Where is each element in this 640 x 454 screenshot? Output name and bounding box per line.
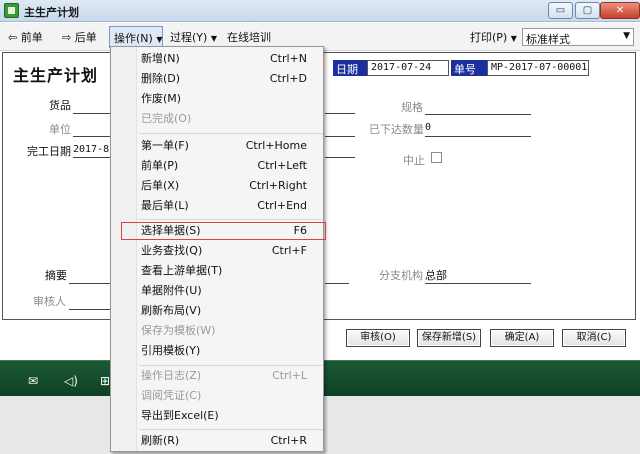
finish-date-label: 完工日期 bbox=[27, 145, 71, 158]
branch-value[interactable]: 总部 bbox=[425, 267, 447, 283]
title-bar: 主生产计划 ▭ ▢ ✕ bbox=[0, 0, 640, 22]
unit-field-tail bbox=[325, 136, 355, 137]
cancel-button[interactable]: 取消(C) bbox=[562, 329, 626, 347]
window-title: 主生产计划 bbox=[24, 6, 79, 19]
spec-label: 规格 bbox=[401, 101, 423, 114]
dropdown-arrow-icon: ▼ bbox=[210, 34, 217, 43]
print-menu-button[interactable]: 打印(P) ▼ bbox=[470, 29, 517, 45]
issued-qty-field bbox=[425, 136, 531, 137]
maximize-button[interactable]: ▢ bbox=[575, 2, 600, 19]
training-link[interactable]: 在线培训 bbox=[227, 29, 271, 45]
menu-item-attachment[interactable]: 单据附件(U) bbox=[141, 281, 321, 301]
operation-dropdown-menu: 新增(N) Ctrl+N 删除(D) Ctrl+D 作废(M) 已完成(O) 第一单… bbox=[110, 46, 326, 452]
left-arrow-icon: ⇦ bbox=[8, 31, 18, 44]
style-value: 标准样式 bbox=[526, 33, 570, 46]
style-select[interactable]: 标准样式 ▼ bbox=[522, 28, 634, 46]
goods-field-tail bbox=[325, 113, 355, 114]
menu-item-save-template: 保存为模板(W) bbox=[141, 324, 216, 337]
minimize-button[interactable]: ▭ bbox=[548, 2, 573, 19]
menu-item-upstream[interactable]: 查看上游单据(T) bbox=[141, 261, 321, 281]
finish-date-field bbox=[73, 157, 113, 158]
spec-field[interactable] bbox=[425, 114, 531, 115]
right-arrow-icon: ⇨ bbox=[62, 31, 72, 44]
date-field[interactable]: 2017-07-24 bbox=[367, 60, 449, 76]
finish-date-value[interactable]: 2017-8- bbox=[73, 144, 115, 155]
prev-label: 前单 bbox=[20, 31, 43, 44]
book-icon[interactable]: ⊞ bbox=[100, 374, 110, 388]
operation-menu-button[interactable]: 操作(N) ▼ bbox=[109, 26, 163, 48]
app-icon bbox=[4, 3, 19, 18]
stop-checkbox[interactable] bbox=[431, 152, 442, 163]
reviewer-field bbox=[69, 309, 113, 310]
menu-separator bbox=[139, 133, 323, 134]
close-button[interactable]: ✕ bbox=[600, 2, 640, 19]
menu-item-delete[interactable]: 删除(D) Ctrl+D bbox=[141, 69, 321, 89]
menu-item-export-excel[interactable]: 导出到Excel(E) bbox=[141, 406, 321, 426]
summary-label: 摘要 bbox=[45, 269, 67, 282]
unit-field[interactable] bbox=[73, 136, 113, 137]
menu-item-void[interactable]: 作废(M) bbox=[141, 89, 321, 109]
menu-item-refresh-layout[interactable]: 刷新布局(V) bbox=[141, 301, 321, 321]
save-new-button[interactable]: 保存新增(S) bbox=[417, 329, 481, 347]
stop-label: 中止 bbox=[403, 154, 425, 167]
next-button[interactable]: ⇨ 后单 bbox=[62, 29, 97, 45]
mail-icon[interactable]: ✉ bbox=[28, 374, 38, 388]
reviewer-label: 审核人 bbox=[33, 295, 66, 308]
menu-item-refresh[interactable]: 刷新(R) Ctrl+R bbox=[141, 431, 321, 451]
date-label: 日期 bbox=[333, 60, 367, 76]
goods-label: 货品 bbox=[49, 99, 71, 112]
menu-item-new[interactable]: 新增(N) Ctrl+N bbox=[141, 49, 321, 69]
number-label: 单号 bbox=[451, 60, 487, 76]
process-label: 过程(Y) bbox=[170, 31, 208, 44]
summary-field-tail bbox=[325, 283, 349, 284]
menu-item-select-document[interactable]: 选择单据(S) F6 bbox=[141, 221, 321, 241]
operation-label: 操作(N) bbox=[114, 32, 153, 45]
menu-item-log: 操作日志(Z) Ctrl+L bbox=[141, 369, 307, 382]
finish-field-tail bbox=[325, 157, 355, 158]
menu-item-voucher: 调阅凭证(C) bbox=[141, 389, 202, 402]
process-menu-button[interactable]: 过程(Y) ▼ bbox=[170, 29, 217, 45]
menu-icon-column bbox=[111, 47, 137, 451]
branch-field bbox=[425, 283, 531, 284]
goods-field[interactable] bbox=[73, 113, 113, 114]
menu-item-business-search[interactable]: 业务查找(Q) Ctrl+F bbox=[141, 241, 321, 261]
menu-item-prev[interactable]: 前单(P) Ctrl+Left bbox=[141, 156, 321, 176]
dropdown-arrow-icon: ▼ bbox=[156, 35, 163, 44]
review-button[interactable]: 审核(O) bbox=[346, 329, 410, 347]
menu-item-next[interactable]: 后单(X) Ctrl+Right bbox=[141, 176, 321, 196]
speaker-icon[interactable]: ◁) bbox=[64, 374, 78, 388]
menu-separator bbox=[139, 429, 323, 430]
issued-qty-value: 0 bbox=[425, 122, 432, 133]
number-field[interactable]: MP-2017-07-00001 bbox=[487, 60, 589, 76]
menu-separator bbox=[139, 219, 323, 220]
menu-item-use-template[interactable]: 引用模板(Y) bbox=[141, 341, 321, 361]
form-title: 主生产计划 bbox=[13, 66, 99, 85]
issued-qty-label: 已下达数量 bbox=[369, 123, 424, 136]
branch-label: 分支机构 bbox=[379, 269, 423, 282]
summary-field[interactable] bbox=[69, 283, 113, 284]
unit-label: 单位 bbox=[49, 123, 71, 136]
menu-item-last[interactable]: 最后单(L) Ctrl+End bbox=[141, 196, 321, 216]
menu-item-completed: 已完成(O) bbox=[141, 112, 192, 125]
chevron-down-icon: ▼ bbox=[623, 31, 630, 41]
prev-button[interactable]: ⇦ 前单 bbox=[8, 29, 43, 45]
ok-button[interactable]: 确定(A) bbox=[490, 329, 554, 347]
menu-item-first[interactable]: 第一单(F) Ctrl+Home bbox=[141, 136, 321, 156]
next-label: 后单 bbox=[74, 31, 97, 44]
dropdown-arrow-icon: ▼ bbox=[510, 34, 517, 43]
print-label: 打印(P) bbox=[470, 31, 508, 44]
